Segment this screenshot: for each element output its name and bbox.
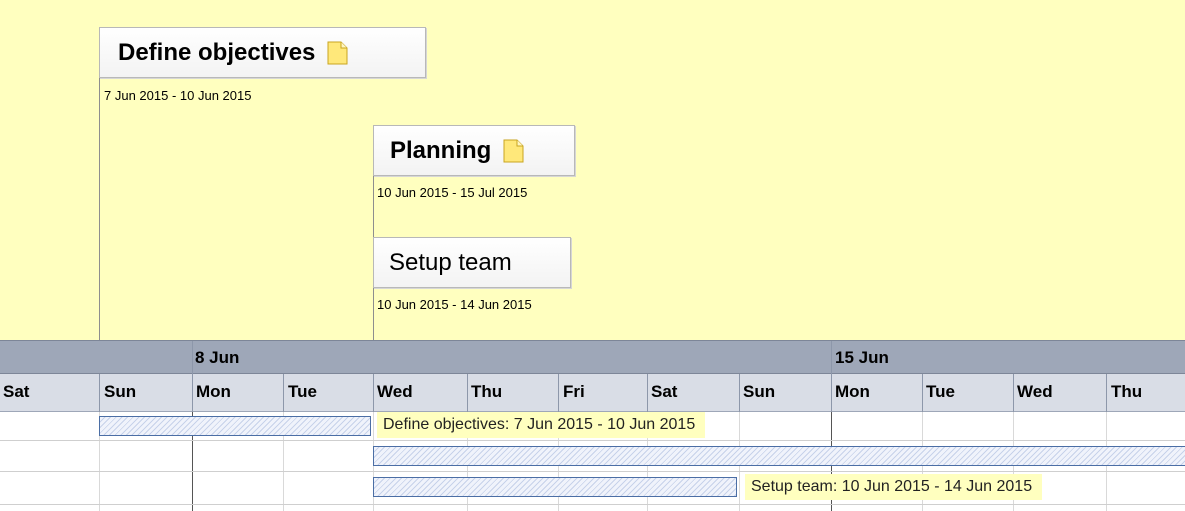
day-label: Sun (104, 382, 137, 401)
day-label: Sat (3, 382, 30, 401)
timeline-item-define-objectives[interactable]: Define objectives (99, 27, 426, 78)
task-bar-define-objectives[interactable] (99, 416, 371, 436)
task-bar-label: Define objectives: 7 Jun 2015 - 10 Jun 2… (377, 412, 706, 438)
timeline-item-dates: 10 Jun 2015 - 15 Jul 2015 (377, 185, 528, 200)
timeline-item-title: Planning (390, 136, 492, 164)
day-separator (283, 374, 284, 412)
day-label: Tue (926, 382, 955, 401)
week-label: 15 Jun (835, 348, 889, 367)
day-label: Tue (288, 382, 317, 401)
day-label: Thu (1111, 382, 1143, 401)
day-label: Thu (471, 382, 503, 401)
timeline-item-title: Setup team (389, 248, 512, 276)
row-divider (0, 471, 1185, 472)
row-divider (0, 504, 1185, 505)
timeline-connector (99, 78, 100, 340)
day-label: Sat (651, 382, 678, 401)
timeline-item-setup-team[interactable]: Setup team (373, 237, 571, 288)
day-label: Wed (377, 382, 413, 401)
day-separator (1106, 374, 1107, 412)
day-header-row: Sat Sun Mon Tue Wed Thu Fri Sat Sun Mon … (0, 374, 1185, 412)
day-separator (467, 374, 468, 412)
day-separator (831, 374, 832, 412)
week-separator (192, 341, 193, 375)
timeline-panel: Define objectives 7 Jun 2015 - 10 Jun 20… (0, 0, 1185, 340)
day-separator (192, 374, 193, 412)
task-bar-planning[interactable] (373, 446, 1185, 466)
task-bar-setup-team[interactable] (373, 477, 737, 497)
timeline-item-title: Define objectives (118, 38, 316, 66)
note-icon[interactable] (503, 139, 524, 163)
timeline-item-planning[interactable]: Planning (373, 125, 575, 176)
day-label: Mon (196, 382, 231, 401)
timeline-item-dates: 7 Jun 2015 - 10 Jun 2015 (104, 88, 252, 103)
day-separator (922, 374, 923, 412)
day-separator (558, 374, 559, 412)
day-label: Sun (743, 382, 776, 401)
week-separator (831, 341, 832, 375)
task-bar-label: Setup team: 10 Jun 2015 - 14 Jun 2015 (745, 474, 1043, 500)
day-label: Fri (563, 382, 585, 401)
row-divider (0, 440, 1185, 441)
day-label: Mon (835, 382, 870, 401)
day-separator (373, 374, 374, 412)
timeline-item-dates: 10 Jun 2015 - 14 Jun 2015 (377, 297, 532, 312)
week-label: 8 Jun (195, 348, 240, 367)
gantt-grid: Define objectives: 7 Jun 2015 - 10 Jun 2… (0, 412, 1185, 511)
day-separator (1013, 374, 1014, 412)
day-separator (739, 374, 740, 412)
day-label: Wed (1017, 382, 1053, 401)
day-separator (99, 374, 100, 412)
note-icon[interactable] (327, 41, 348, 65)
gantt-header: 8 Jun 15 Jun Sat Sun Mon Tue Wed Thu Fri… (0, 340, 1185, 412)
day-separator (647, 374, 648, 412)
week-header-row: 8 Jun 15 Jun (0, 340, 1185, 375)
